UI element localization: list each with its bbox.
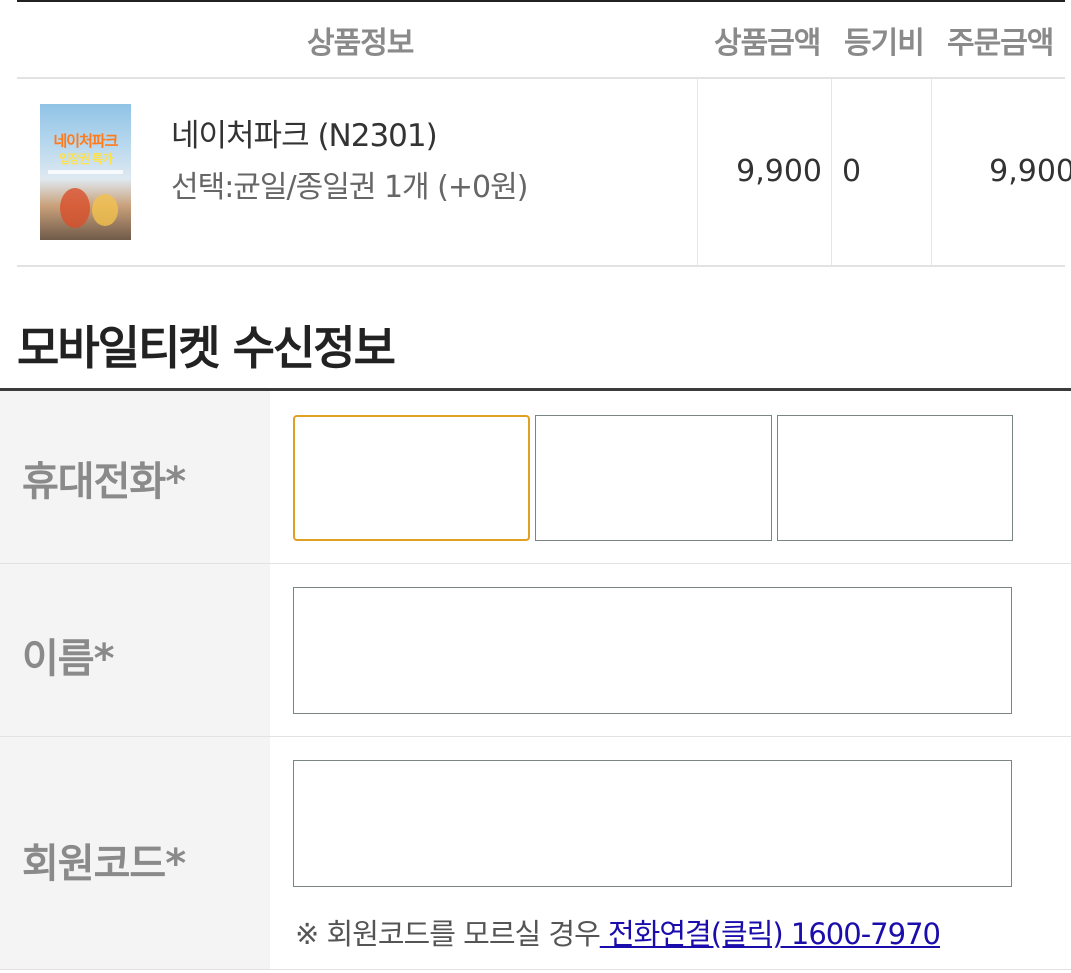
table-top-rule bbox=[17, 0, 1065, 2]
thumbnail-banner bbox=[48, 170, 123, 174]
column-divider bbox=[697, 79, 698, 265]
phone-label: 휴대전화* bbox=[22, 459, 186, 505]
order-table: 상품정보 상품금액 등기비 주문금액 네이처파크 입장권 특가 네이처파크 (N… bbox=[17, 0, 1071, 267]
phone-part1-input[interactable] bbox=[293, 415, 530, 541]
member-code-label: 회원코드* bbox=[22, 841, 186, 887]
member-code-row: 회원코드* ※ 회원코드를 모르실 경우 전화연결(클릭) 1600-7970 bbox=[0, 737, 1071, 970]
product-thumbnail[interactable]: 네이처파크 입장권 특가 bbox=[40, 104, 131, 240]
product-option: 선택:균일/종일권 1개 (+0원) bbox=[171, 170, 528, 205]
section-title: 모바일티켓 수신정보 bbox=[17, 321, 396, 375]
column-divider bbox=[931, 79, 932, 265]
name-input[interactable] bbox=[293, 587, 1012, 714]
thumbnail-figure bbox=[92, 194, 118, 226]
product-price-value: 9,900 bbox=[736, 154, 822, 189]
name-label: 이름* bbox=[22, 636, 115, 682]
phone-label-cell: 휴대전화* bbox=[0, 391, 270, 563]
thumbnail-figure bbox=[60, 188, 90, 228]
header-order-total: 주문금액 bbox=[947, 26, 1054, 61]
phone-row: 휴대전화* bbox=[0, 391, 1071, 564]
header-product-info: 상품정보 bbox=[307, 26, 414, 61]
table-row-divider bbox=[17, 265, 1065, 267]
name-row: 이름* bbox=[0, 564, 1071, 737]
member-code-label-cell: 회원코드* bbox=[0, 737, 270, 969]
header-product-price: 상품금액 bbox=[714, 26, 821, 61]
name-label-cell: 이름* bbox=[0, 564, 270, 736]
phone-call-link[interactable]: 전화연결(클릭) 1600-7970 bbox=[600, 917, 941, 951]
phone-part3-input[interactable] bbox=[777, 415, 1013, 541]
order-total-value: 9,900 bbox=[989, 154, 1071, 189]
thumbnail-subtitle: 입장권 특가 bbox=[58, 152, 113, 166]
product-name[interactable]: 네이처파크 (N2301) bbox=[171, 110, 438, 155]
header-shipping-fee: 등기비 bbox=[844, 26, 925, 61]
thumbnail-title: 네이처파크 bbox=[53, 132, 118, 150]
member-code-notice: ※ 회원코드를 모르실 경우 전화연결(클릭) 1600-7970 bbox=[295, 911, 941, 953]
member-code-input[interactable] bbox=[293, 760, 1012, 887]
shipping-fee-value: 0 bbox=[842, 154, 862, 189]
notice-text: ※ 회원코드를 모르실 경우 bbox=[295, 917, 601, 951]
column-divider bbox=[831, 79, 832, 265]
mobile-ticket-order-page: 상품정보 상품금액 등기비 주문금액 네이처파크 입장권 특가 네이처파크 (N… bbox=[0, 0, 1071, 973]
table-header-divider bbox=[17, 77, 1065, 79]
phone-part2-input[interactable] bbox=[535, 415, 772, 541]
